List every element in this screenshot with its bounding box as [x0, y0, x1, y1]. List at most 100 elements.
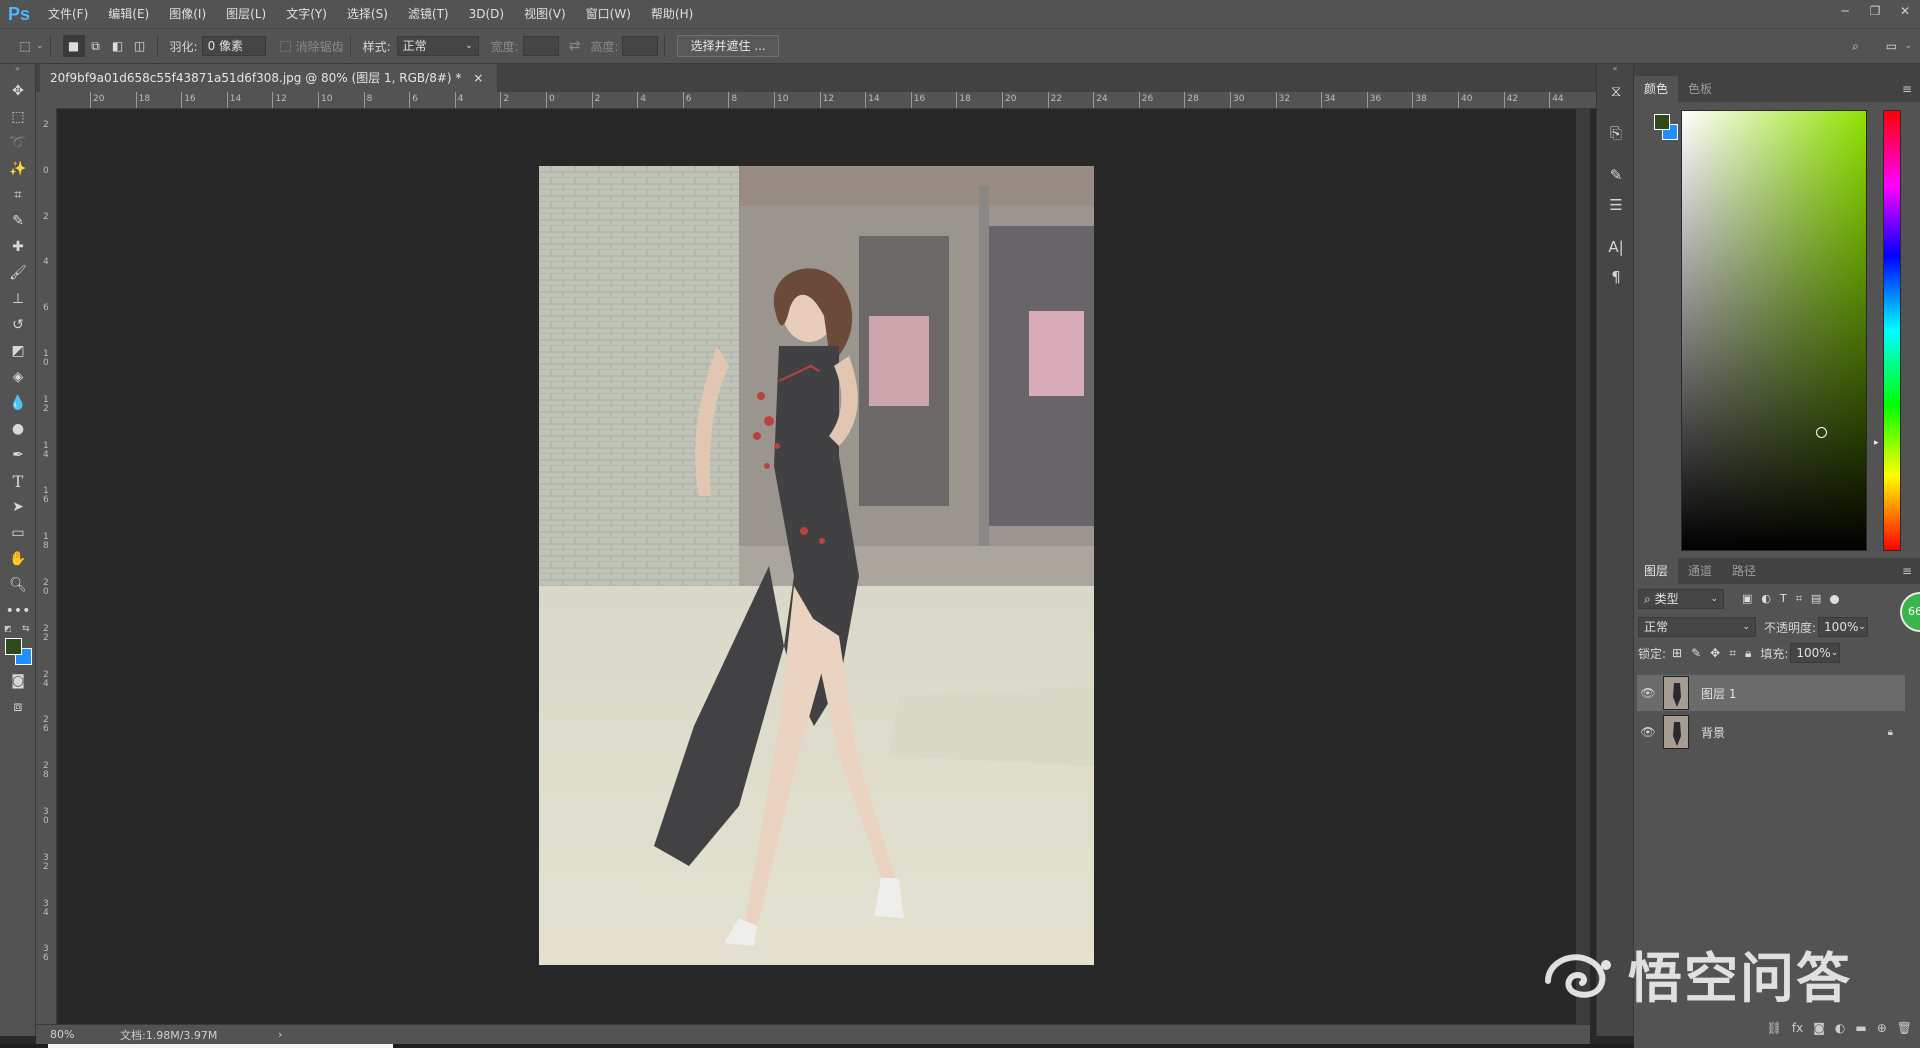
new-selection-icon[interactable]: ■: [62, 35, 85, 57]
tab-layers[interactable]: 图层: [1634, 558, 1679, 584]
tab-swatches[interactable]: 色板: [1678, 76, 1722, 102]
history-panel-icon[interactable]: ⧖: [1597, 76, 1635, 106]
layer-name[interactable]: 背景: [1701, 724, 1725, 741]
subtract-selection-icon[interactable]: ◧: [107, 35, 129, 57]
hue-slider[interactable]: [1883, 110, 1901, 551]
vertical-ruler[interactable]: 2 0 2 4 6 10 12 14 16 18 20 22 24 26 28 30 32 34 36: [36, 109, 57, 1024]
blend-mode-select[interactable]: 正常 ⌄: [1638, 617, 1756, 637]
healing-brush-tool-icon[interactable]: ✚: [0, 234, 36, 260]
blur-tool-icon[interactable]: 💧: [0, 390, 36, 416]
lasso-tool-icon[interactable]: ➰: [0, 130, 36, 156]
properties-panel-icon[interactable]: ☰: [1597, 190, 1635, 220]
link-layers-icon[interactable]: ⛓: [1767, 1021, 1782, 1035]
workspace-icon[interactable]: ▭: [1880, 35, 1902, 57]
menu-image[interactable]: 图像(I): [159, 0, 216, 28]
status-menu-arrow[interactable]: ›: [278, 1028, 282, 1041]
height-input[interactable]: [622, 36, 659, 56]
panel-menu-icon[interactable]: ≡: [1894, 76, 1920, 102]
zoom-tool-icon[interactable]: 🔍︎: [0, 572, 36, 598]
crop-tool-icon[interactable]: ⌗: [0, 182, 36, 208]
pen-tool-icon[interactable]: ✒: [0, 442, 36, 468]
restore-icon[interactable]: ❐: [1860, 0, 1890, 22]
visibility-eye-icon[interactable]: 👁︎: [1637, 686, 1659, 700]
brush-tool-icon[interactable]: 🖌: [0, 260, 36, 286]
opacity-input[interactable]: 100% ⌄: [1818, 617, 1869, 637]
menu-3d[interactable]: 3D(D): [459, 0, 514, 28]
layer-row-layer1[interactable]: 👁︎ 图层 1: [1637, 675, 1905, 711]
zoom-level[interactable]: 80%: [50, 1028, 120, 1041]
swap-dimensions-icon[interactable]: ⇄: [569, 38, 581, 54]
new-group-icon[interactable]: ▬: [1855, 1021, 1866, 1035]
color-field[interactable]: [1681, 110, 1867, 551]
path-selection-tool-icon[interactable]: ➤: [0, 494, 36, 520]
add-mask-icon[interactable]: ◙: [1813, 1021, 1825, 1035]
document-tab[interactable]: 20f9bf9a01d658c55f43871a51d6f308.jpg @ 8…: [40, 64, 498, 92]
intersect-selection-icon[interactable]: ◫: [129, 35, 151, 57]
ruler-corner[interactable]: [36, 92, 57, 109]
paragraph-panel-icon[interactable]: ¶: [1597, 262, 1635, 292]
foreground-color-swatch[interactable]: [5, 638, 22, 655]
fill-input[interactable]: 100% ⌄: [1790, 643, 1841, 663]
antialias-checkbox[interactable]: [279, 40, 291, 52]
magic-wand-tool-icon[interactable]: ✨: [0, 156, 36, 182]
select-and-mask-button[interactable]: 选择并遮住 ...: [677, 35, 779, 57]
collapse-dock-icon[interactable]: «: [1597, 64, 1633, 76]
eyedropper-tool-icon[interactable]: ✎: [0, 208, 36, 234]
clone-source-panel-icon[interactable]: ⎘: [1597, 118, 1635, 148]
panel-collapse-icon[interactable]: »: [0, 64, 35, 78]
marquee-preset-picker[interactable]: ⬚ ⌄: [14, 34, 43, 58]
dodge-tool-icon[interactable]: ●: [0, 416, 36, 442]
layer-style-fx-icon[interactable]: fx: [1792, 1021, 1803, 1035]
type-tool-icon[interactable]: T: [0, 468, 36, 494]
layer-filter-select[interactable]: ⌕ 类型 ⌄: [1638, 589, 1724, 609]
adjustment-layer-icon[interactable]: ◐: [1835, 1021, 1845, 1035]
rect-marquee-tool-icon[interactable]: ⬚: [0, 104, 36, 130]
delete-layer-icon[interactable]: 🗑︎: [1897, 1021, 1912, 1035]
vertical-scrollbar[interactable]: [1576, 109, 1590, 1024]
tab-color[interactable]: 颜色: [1634, 76, 1679, 102]
color-panel-swatches[interactable]: [1654, 114, 1678, 144]
width-input[interactable]: [522, 36, 559, 56]
layer-filter-icons[interactable]: ▣◐T⌗▤: [1742, 592, 1830, 606]
menu-help[interactable]: 帮助(H): [641, 0, 703, 28]
paint-bucket-tool-icon[interactable]: ◈: [0, 364, 36, 390]
swap-colors-icon[interactable]: ⇆: [22, 624, 30, 634]
screen-mode-icon[interactable]: ⧈: [0, 694, 36, 720]
style-select[interactable]: 正常 ⌄: [396, 36, 479, 56]
add-selection-icon[interactable]: ⧉: [85, 35, 107, 57]
tab-channels[interactable]: 通道: [1678, 558, 1722, 584]
color-picker-marker[interactable]: [1816, 427, 1827, 438]
search-icon[interactable]: ⌕: [1844, 35, 1866, 57]
horizontal-ruler[interactable]: 20 18 16 14 12 10 8 6 4 2 0 2 4 6 8 10 12 14 16 18 20 22 24 26 2…: [57, 92, 1600, 109]
rectangle-tool-icon[interactable]: ▭: [0, 520, 36, 546]
new-layer-icon[interactable]: ⊕: [1877, 1021, 1887, 1035]
hue-slider-handle[interactable]: ▸: [1874, 438, 1879, 448]
menu-select[interactable]: 选择(S): [337, 0, 398, 28]
history-brush-tool-icon[interactable]: ↺: [0, 312, 36, 338]
brush-panel-icon[interactable]: ✎: [1597, 160, 1635, 190]
menu-edit[interactable]: 编辑(E): [98, 0, 159, 28]
panel-foreground-swatch[interactable]: [1654, 114, 1670, 130]
layers-panel-menu-icon[interactable]: ≡: [1894, 558, 1920, 584]
feather-input[interactable]: 0 像素: [201, 36, 266, 56]
menu-file[interactable]: 文件(F): [38, 0, 98, 28]
document-image[interactable]: [539, 166, 1094, 965]
clone-stamp-tool-icon[interactable]: ⊥: [0, 286, 36, 312]
close-window-icon[interactable]: ✕: [1890, 0, 1920, 22]
character-panel-icon[interactable]: A|: [1597, 232, 1635, 262]
tab-paths[interactable]: 路径: [1722, 558, 1766, 584]
close-tab-icon[interactable]: ×: [473, 71, 483, 85]
menu-layer[interactable]: 图层(L): [216, 0, 276, 28]
color-swatches[interactable]: ◩ ⇆: [0, 624, 35, 668]
default-colors-icon[interactable]: ◩: [4, 624, 12, 633]
minimize-icon[interactable]: ─: [1830, 0, 1860, 22]
layer-name[interactable]: 图层 1: [1701, 685, 1736, 702]
visibility-eye-icon[interactable]: 👁︎: [1637, 725, 1659, 739]
menu-window[interactable]: 窗口(W): [576, 0, 641, 28]
hand-tool-icon[interactable]: ✋: [0, 546, 36, 572]
quick-mask-icon[interactable]: ◙: [0, 668, 36, 694]
menu-type[interactable]: 文字(Y): [276, 0, 337, 28]
eraser-tool-icon[interactable]: ◩: [0, 338, 36, 364]
layer-row-background[interactable]: 👁︎ 背景 🔒︎: [1637, 714, 1905, 750]
menu-filter[interactable]: 滤镜(T): [398, 0, 459, 28]
